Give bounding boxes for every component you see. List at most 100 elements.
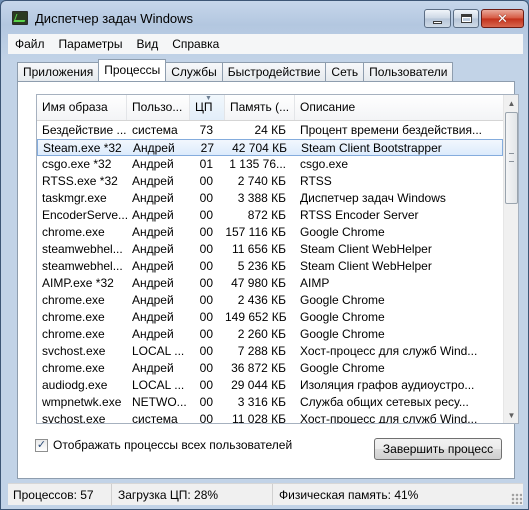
menu-options[interactable]: Параметры	[52, 34, 130, 54]
cell-memory: 36 872 КБ	[231, 361, 286, 375]
cell-image-name: audiodg.exe	[42, 378, 108, 392]
cell-image-name: steamwebhel...	[42, 259, 123, 273]
cell-image-name: svchost.exe	[42, 344, 106, 358]
table-row[interactable]: chrome.exe Андрей 00 149 652 КБ Google Chrom…	[37, 309, 503, 326]
cell-memory: 29 044 КБ	[231, 378, 286, 392]
vertical-scrollbar[interactable]: ▲ ▼	[503, 95, 518, 423]
table-row[interactable]: csgo.exe *32 Андрей 01 1 135 76... csgo.exe	[37, 156, 503, 173]
cell-user: система	[132, 412, 178, 424]
cell-cpu: 00	[199, 174, 213, 188]
cell-memory: 7 288 КБ	[237, 344, 286, 358]
cell-memory: 5 236 КБ	[237, 259, 286, 273]
cell-cpu: 00	[199, 310, 213, 324]
cell-description: csgo.exe	[300, 157, 349, 171]
cell-user: LOCAL ...	[132, 344, 185, 358]
cell-memory: 157 116 КБ	[225, 225, 286, 239]
cell-image-name: svchost.exe	[42, 412, 106, 424]
menu-view[interactable]: Вид	[129, 34, 165, 54]
cell-image-name: chrome.exe	[42, 293, 105, 307]
cell-memory: 3 316 КБ	[237, 395, 286, 409]
column-memory[interactable]: Память (...	[225, 95, 295, 120]
table-row[interactable]: chrome.exe Андрей 00 2 436 КБ Google Chrome	[37, 292, 503, 309]
maximize-icon	[460, 14, 472, 23]
maximize-button[interactable]	[453, 9, 479, 28]
table-row[interactable]: Бездействие ... система 73 24 КБ Процент вре…	[37, 122, 503, 139]
cell-user: Андрей	[132, 191, 174, 205]
cell-cpu: 00	[199, 276, 213, 290]
cell-description: Хост-процесс для служб Wind...	[300, 344, 478, 358]
tab-users[interactable]: Пользователи	[363, 62, 454, 81]
show-all-users-option[interactable]: ✓ Отображать процессы всех пользователей	[35, 438, 292, 452]
cell-user: Андрей	[132, 242, 174, 256]
cell-description: Google Chrome	[300, 327, 385, 341]
cell-description: Google Chrome	[300, 225, 385, 239]
cell-image-name: EncoderServe...	[42, 208, 128, 222]
cell-image-name: steamwebhel...	[42, 242, 123, 256]
scroll-up-icon[interactable]: ▲	[504, 95, 518, 111]
table-row[interactable]: wmpnetwk.exe NETWO... 00 3 316 КБ Служба общ…	[37, 394, 503, 411]
table-row[interactable]: steamwebhel... Андрей 00 11 656 КБ Steam Cli…	[37, 241, 503, 258]
table-row[interactable]: taskmgr.exe Андрей 00 3 388 КБ Диспетчер зад…	[37, 190, 503, 207]
end-process-button[interactable]: Завершить процесс	[374, 438, 502, 460]
tab-performance[interactable]: Быстродействие	[221, 62, 327, 81]
tab-applications[interactable]: Приложения	[17, 62, 100, 81]
column-user[interactable]: Пользо...	[127, 95, 190, 120]
table-row[interactable]: svchost.exe LOCAL ... 00 7 288 КБ Хост-проце…	[37, 343, 503, 360]
resize-grip-icon[interactable]	[511, 493, 522, 504]
tab-network[interactable]: Сеть	[325, 62, 365, 81]
table-row[interactable]: chrome.exe Андрей 00 36 872 КБ Google Chrome	[37, 360, 503, 377]
table-row[interactable]: Steam.exe *32 Андрей 27 42 704 КБ Steam Clie…	[37, 139, 503, 156]
cell-description: Google Chrome	[300, 361, 385, 375]
cell-image-name: chrome.exe	[42, 327, 105, 341]
cell-memory: 149 652 КБ	[225, 310, 286, 324]
scroll-down-icon[interactable]: ▼	[504, 407, 518, 423]
cell-image-name: wmpnetwk.exe	[42, 395, 122, 409]
cell-description: Google Chrome	[300, 293, 385, 307]
scroll-thumb[interactable]	[505, 112, 518, 204]
table-row[interactable]: chrome.exe Андрей 00 2 260 КБ Google Chrome	[37, 326, 503, 343]
process-rows: Бездействие ... система 73 24 КБ Процент вре…	[37, 122, 503, 424]
close-button[interactable]: ✕	[481, 9, 524, 28]
table-row[interactable]: RTSS.exe *32 Андрей 00 2 740 КБ RTSS	[37, 173, 503, 190]
table-row[interactable]: steamwebhel... Андрей 00 5 236 КБ Steam Clie…	[37, 258, 503, 275]
cell-memory: 11 656 КБ	[231, 242, 286, 256]
status-process-count: Процессов: 57	[8, 484, 112, 506]
cell-user: LOCAL ...	[132, 378, 185, 392]
tab-services[interactable]: Службы	[165, 62, 223, 81]
cell-memory: 2 436 КБ	[237, 293, 286, 307]
cell-description: AIMP	[300, 276, 330, 290]
cell-description: Диспетчер задач Windows	[300, 191, 446, 205]
column-description[interactable]: Описание	[295, 95, 503, 120]
task-manager-window: Диспетчер задач Windows ✕ Файл Параметры…	[0, 0, 529, 510]
column-image-name[interactable]: Имя образа	[37, 95, 127, 120]
table-row[interactable]: svchost.exe система 00 11 028 КБ Хост-процес…	[37, 411, 503, 424]
cell-cpu: 00	[199, 327, 213, 341]
cell-cpu: 00	[199, 378, 213, 392]
table-row[interactable]: EncoderServe... Андрей 00 872 КБ RTSS Encode…	[37, 207, 503, 224]
minimize-button[interactable]	[424, 9, 451, 28]
cell-user: Андрей	[132, 174, 174, 188]
table-row[interactable]: chrome.exe Андрей 00 157 116 КБ Google Chrom…	[37, 224, 503, 241]
cell-cpu: 00	[199, 191, 213, 205]
table-row[interactable]: AIMP.exe *32 Андрей 00 47 980 КБ AIMP	[37, 275, 503, 292]
menu-help[interactable]: Справка	[165, 34, 226, 54]
process-list[interactable]: Имя образа Пользо... ▼ ЦП Память (... Оп…	[36, 94, 519, 424]
cell-image-name: AIMP.exe *32	[42, 276, 114, 290]
show-all-users-checkbox[interactable]: ✓	[35, 438, 48, 452]
minimize-icon	[433, 20, 442, 24]
cell-image-name: chrome.exe	[42, 361, 105, 375]
tab-processes[interactable]: Процессы	[98, 59, 167, 81]
show-all-users-label: Отображать процессы всех пользователей	[53, 438, 293, 452]
column-cpu[interactable]: ▼ ЦП	[190, 95, 225, 120]
menu-file[interactable]: Файл	[8, 34, 52, 54]
cell-image-name: csgo.exe *32	[42, 157, 112, 171]
title-bar[interactable]: Диспетчер задач Windows ✕	[1, 1, 528, 33]
cell-cpu: 00	[199, 208, 213, 222]
status-cpu-usage: Загрузка ЦП: 28%	[113, 484, 273, 506]
cell-cpu: 00	[199, 225, 213, 239]
cell-memory: 24 КБ	[254, 123, 286, 137]
cell-image-name: taskmgr.exe	[42, 191, 107, 205]
table-row[interactable]: audiodg.exe LOCAL ... 00 29 044 КБ Изоляция …	[37, 377, 503, 394]
status-physical-memory: Физическая память: 41%	[279, 488, 419, 502]
menu-bar: Файл Параметры Вид Справка	[8, 34, 523, 54]
